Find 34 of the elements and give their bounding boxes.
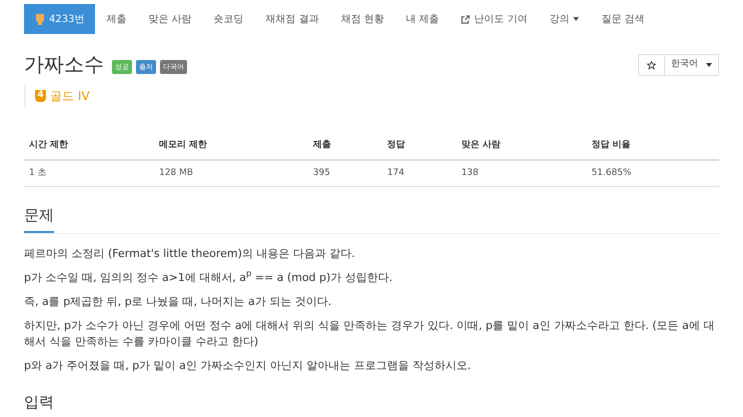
table-cell: 138	[456, 160, 586, 186]
table-cell: 128 MB	[154, 160, 308, 186]
problem-paragraph: 페르마의 소정리 (Fermat's little theorem)의 내용은 다음과 같다.	[24, 246, 356, 262]
nav-tab[interactable]: 맞은 사람	[137, 4, 203, 34]
nav-tab[interactable]: 내 제출	[395, 4, 450, 34]
nav-tab[interactable]: 질문 검색	[590, 4, 656, 34]
nav-tab[interactable]: 재채점 결과	[254, 4, 330, 34]
problem-paragraph: p가 소수일 때, 임의의 정수 a>1에 대해서, a$^{p}$ == a (mod p)가 성립한다.	[24, 270, 394, 286]
tier-name: 골드 IV	[50, 88, 90, 105]
section-heading: 입력	[24, 390, 54, 417]
problem-paragraph: p와 a가 주어졌을 때, p가 밑이 a인 가짜소수인지 아닌지 알아내는 프로그램을 작성하시오.	[24, 358, 472, 374]
table-cell: 1 초	[24, 160, 154, 186]
table-cell: 51.685%	[586, 160, 719, 186]
column-header: 정답	[382, 133, 456, 160]
problem-title: 가짜소수	[24, 54, 104, 74]
nav-tab[interactable]: 채점 현황	[330, 4, 396, 34]
nav-tab[interactable]: 제출	[95, 4, 138, 34]
column-header: 정답 비율	[586, 133, 719, 160]
column-header: 메모리 제한	[154, 133, 308, 160]
column-header: 시간 제한	[24, 133, 154, 160]
problem-paragraph: 즉, a를 p제곱한 뒤, p로 나눴을 때, 나머지는 a가 되는 것이다.	[24, 294, 332, 310]
nav-tab[interactable]: 강의	[538, 4, 590, 34]
external-link-icon	[461, 14, 470, 24]
nav-tab[interactable]: 난이도 기여	[450, 4, 538, 34]
caret-icon	[573, 17, 580, 21]
nav-tab[interactable]: 숏코딩	[202, 4, 255, 34]
problem-paragraph: 하지만, p가 소수가 아닌 경우에 어떤 정수 a에 대해서 위의 식을 만족하는 경우가 있다. 이때, p를 밑이 a인 가짜소수라고 한다. (모든 a에 대해서 식을 만족하는 수를 카마이클 수라고 한다)	[24, 318, 716, 350]
trophy-icon	[35, 13, 45, 25]
table-cell: 395	[308, 160, 382, 186]
table-cell: 174	[382, 160, 456, 186]
column-header: 제출	[308, 133, 382, 160]
column-header: 맞은 사람	[456, 133, 586, 160]
section-heading: 문제	[24, 204, 54, 232]
tier-badge: 4	[35, 90, 46, 102]
